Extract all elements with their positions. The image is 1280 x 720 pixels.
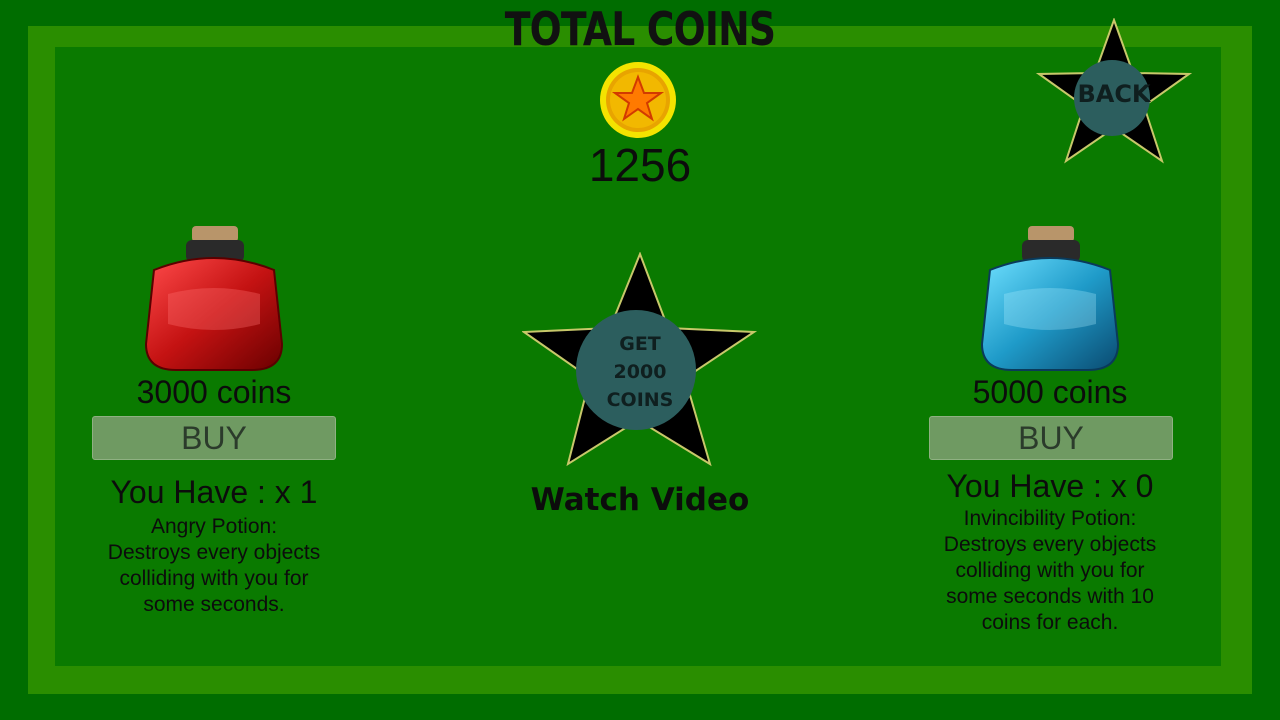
video-button-label: GET 2000 COINS: [606, 333, 674, 411]
back-button-label: BACK: [1077, 80, 1151, 108]
back-button[interactable]: BACK: [1036, 18, 1192, 164]
total-coins-title: TOTAL COINS: [504, 2, 776, 56]
red-potion-icon: [144, 226, 284, 371]
owned-count: You Have : x 1: [110, 474, 318, 510]
blue-potion-icon: [980, 226, 1120, 371]
buy-button[interactable]: BUY: [92, 416, 336, 460]
price-label: 3000 coins: [136, 374, 292, 410]
owned-count: You Have : x 0: [946, 468, 1154, 504]
buy-button[interactable]: BUY: [929, 416, 1173, 460]
price-label: 5000 coins: [972, 374, 1128, 410]
coin-icon: [600, 62, 676, 138]
item-description: Angry Potion: Destroys every objects col…: [107, 515, 321, 616]
watch-video-button[interactable]: GET 2000 COINS: [522, 252, 758, 468]
item-description: Invincibility Potion: Destroys every obj…: [943, 507, 1157, 634]
shop-screen: TOTAL COINS 1256 BACK GET 2000 COINS Wat…: [0, 0, 1280, 720]
